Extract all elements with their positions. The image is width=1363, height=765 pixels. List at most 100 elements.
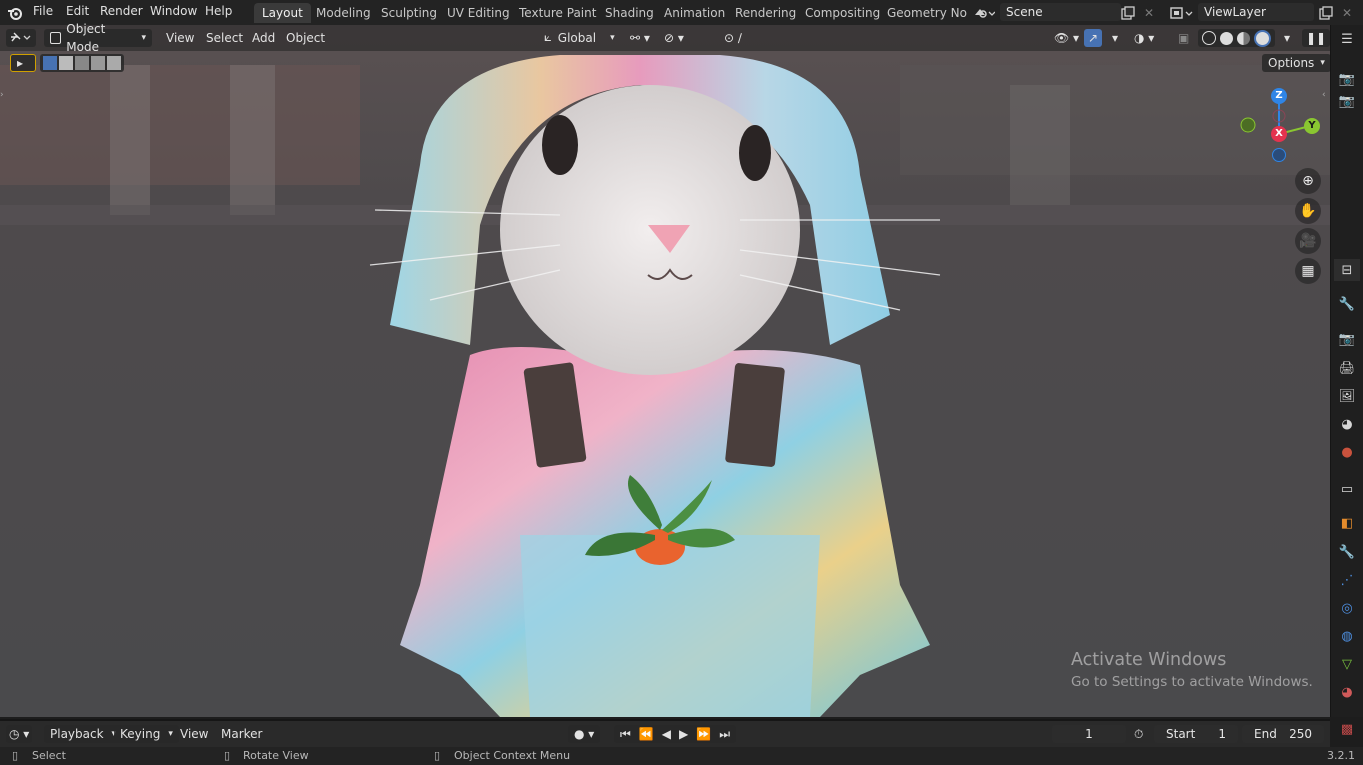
gizmo-dropdown-icon[interactable]: ▾ bbox=[1106, 29, 1124, 47]
render-properties-icon[interactable]: 📷 bbox=[1334, 328, 1360, 350]
material-properties-icon[interactable]: ◕ bbox=[1334, 681, 1360, 703]
preview-range-stopwatch-icon[interactable]: ⏱ bbox=[1128, 725, 1149, 743]
render-camera-icon[interactable]: 📷 bbox=[1334, 68, 1360, 90]
xray-icon[interactable]: ▣ bbox=[1172, 29, 1195, 47]
play-reverse-icon[interactable]: ◀ bbox=[662, 725, 671, 743]
constraints-properties-icon[interactable]: ◍ bbox=[1334, 625, 1360, 647]
material-shading-icon[interactable] bbox=[1237, 31, 1250, 45]
timeline-editor-type-icon[interactable]: ◷ ▾ bbox=[6, 725, 33, 743]
wireframe-shading-icon[interactable] bbox=[1202, 31, 1216, 45]
view-layer-name-field[interactable]: ViewLayer bbox=[1198, 3, 1314, 21]
object-properties-icon[interactable]: ◧ bbox=[1334, 512, 1360, 534]
viewport-menu-object[interactable]: Object bbox=[280, 29, 331, 47]
overlays-icon[interactable]: ◑ ▾ bbox=[1128, 29, 1160, 47]
menu-edit[interactable]: Edit bbox=[66, 4, 89, 18]
auto-keying-record-icon[interactable]: ● ▾ bbox=[568, 725, 601, 743]
new-scene-icon[interactable] bbox=[1118, 3, 1138, 23]
view-layer-properties-icon[interactable]: 🖼 bbox=[1334, 385, 1360, 407]
tab-uv-editing[interactable]: UV Editing bbox=[439, 3, 518, 23]
jump-keyframe-forward-icon[interactable]: ⏩ bbox=[696, 725, 711, 743]
pivot-point-icon[interactable]: ⚯ ▾ bbox=[624, 29, 656, 47]
jump-to-start-icon[interactable]: ⏮ bbox=[620, 725, 631, 743]
new-view-layer-icon[interactable] bbox=[1316, 3, 1336, 23]
scene-properties-icon[interactable]: ◕ bbox=[1334, 413, 1360, 435]
camera-view-icon[interactable]: 🎥 bbox=[1295, 228, 1321, 254]
tab-modeling[interactable]: Modeling bbox=[308, 3, 379, 23]
tab-shading[interactable]: Shading bbox=[597, 3, 662, 23]
modifier-properties-icon[interactable]: 🔧 bbox=[1334, 541, 1360, 563]
collection-properties-icon[interactable]: ▭ bbox=[1334, 478, 1360, 500]
object-mode-dropdown[interactable]: Object Mode ▾ bbox=[44, 22, 152, 54]
pan-hand-icon[interactable]: ✋ bbox=[1295, 198, 1321, 224]
editor-type-icon[interactable] bbox=[6, 29, 36, 47]
gizmo-z-axis[interactable]: Z bbox=[1271, 88, 1287, 104]
shading-modes[interactable] bbox=[1198, 29, 1275, 47]
shading-options-icon[interactable]: ▾ bbox=[1278, 29, 1296, 47]
tool-properties-icon[interactable]: 🔧 bbox=[1334, 293, 1360, 315]
end-frame-field[interactable]: End 250 bbox=[1242, 725, 1324, 743]
delete-scene-icon[interactable]: ✕ bbox=[1140, 3, 1158, 23]
perspective-grid-icon[interactable]: ▦ bbox=[1295, 258, 1321, 284]
timeline-menu-view[interactable]: View bbox=[174, 725, 214, 743]
render-camera-icon-2[interactable]: 📷 bbox=[1334, 90, 1360, 112]
visibility-eye-icon[interactable]: 👁 ▾ bbox=[1048, 29, 1085, 47]
tab-texture-paint[interactable]: Texture Paint bbox=[511, 3, 604, 23]
tab-sculpting[interactable]: Sculpting bbox=[373, 3, 445, 23]
object-data-properties-icon[interactable]: ▽ bbox=[1334, 653, 1360, 675]
start-frame-field[interactable]: Start 1 bbox=[1154, 725, 1238, 743]
menu-help[interactable]: Help bbox=[205, 4, 232, 18]
rendered-shading-icon[interactable] bbox=[1254, 29, 1271, 47]
scene-name-field[interactable]: Scene bbox=[1000, 3, 1121, 21]
gizmo-x-axis[interactable]: X bbox=[1271, 126, 1287, 142]
viewport-menu-view[interactable]: View bbox=[160, 29, 200, 47]
jump-keyframe-back-icon[interactable]: ⏪ bbox=[639, 725, 654, 743]
physics-properties-icon[interactable]: ◎ bbox=[1334, 597, 1360, 619]
transform-orientation-dropdown[interactable]: ⟀ Global ▾ bbox=[538, 29, 621, 47]
delete-view-layer-icon[interactable]: ✕ bbox=[1338, 3, 1356, 23]
menu-render[interactable]: Render bbox=[100, 4, 143, 18]
zoom-icon[interactable]: ⊕ bbox=[1295, 168, 1321, 194]
viewport-menu-select[interactable]: Select bbox=[200, 29, 249, 47]
jump-to-end-icon[interactable]: ⏭ bbox=[719, 725, 730, 743]
options-dropdown[interactable]: Options ▾ bbox=[1262, 54, 1331, 72]
outliner-menu-icon[interactable]: ☰ bbox=[1334, 28, 1360, 50]
pause-render-icon[interactable]: ❚❚ bbox=[1302, 29, 1331, 47]
keying-dropdown[interactable]: Keying ▾ bbox=[114, 725, 179, 743]
solid-shading-icon[interactable] bbox=[1220, 31, 1233, 45]
intersect-selection-icon[interactable] bbox=[107, 56, 121, 70]
view-layer-browse-icon[interactable] bbox=[1166, 3, 1196, 23]
3d-viewport[interactable] bbox=[0, 25, 1330, 717]
viewport-menu-add[interactable]: Add bbox=[246, 29, 281, 47]
properties-editor-icon[interactable]: ⊟ bbox=[1334, 259, 1360, 281]
texture-properties-icon[interactable]: ▩ bbox=[1334, 718, 1360, 740]
blender-logo-icon[interactable] bbox=[6, 4, 24, 22]
set-new-selection-icon[interactable] bbox=[43, 56, 57, 70]
output-properties-icon[interactable]: 🖨 bbox=[1334, 357, 1360, 379]
proportional-edit-icon[interactable]: ⊙ ∕ bbox=[718, 29, 748, 47]
selection-mode-icons[interactable] bbox=[40, 54, 124, 72]
gizmo-y-axis[interactable]: Y bbox=[1304, 118, 1320, 134]
menu-file[interactable]: File bbox=[33, 4, 53, 18]
playback-dropdown[interactable]: Playback ▾ bbox=[44, 725, 123, 743]
scene-browse-icon[interactable] bbox=[970, 3, 998, 23]
timeline-menu-marker[interactable]: Marker bbox=[215, 725, 268, 743]
current-frame-field[interactable]: 1 bbox=[1052, 725, 1126, 743]
tab-compositing[interactable]: Compositing bbox=[797, 3, 888, 23]
play-icon[interactable]: ▶ bbox=[679, 725, 688, 743]
sidebar-expand-icon[interactable]: ‹ bbox=[1322, 90, 1330, 102]
particles-properties-icon[interactable]: ⋰ bbox=[1334, 569, 1360, 591]
navigation-gizmo[interactable]: Z Y X bbox=[1238, 86, 1324, 166]
tab-layout[interactable]: Layout bbox=[254, 3, 311, 23]
invert-selection-icon[interactable] bbox=[91, 56, 105, 70]
world-properties-icon[interactable]: ● bbox=[1334, 441, 1360, 463]
toolbar-expand-icon[interactable]: › bbox=[0, 90, 6, 102]
menu-window[interactable]: Window bbox=[150, 4, 197, 18]
tab-rendering[interactable]: Rendering bbox=[727, 3, 804, 23]
select-tool-icon[interactable]: ▸ bbox=[10, 54, 36, 72]
extend-selection-icon[interactable] bbox=[59, 56, 73, 70]
tab-animation[interactable]: Animation bbox=[656, 3, 733, 23]
snap-icon[interactable]: ⊘ ▾ bbox=[658, 29, 690, 47]
gizmo-toggle-icon[interactable]: ↗ bbox=[1084, 29, 1103, 47]
tab-geometry-nodes[interactable]: Geometry Noc bbox=[879, 3, 967, 23]
playback-controls[interactable]: ⏮ ⏪ ◀ ▶ ⏩ ⏭ bbox=[614, 725, 736, 743]
